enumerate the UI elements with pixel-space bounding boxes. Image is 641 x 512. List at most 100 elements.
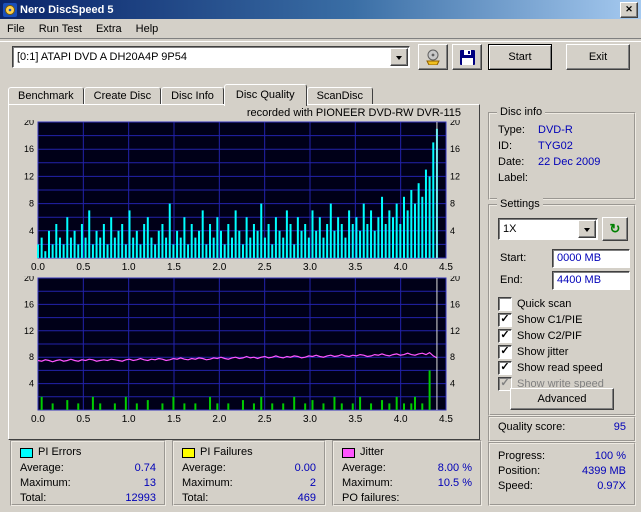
svg-text:8: 8 bbox=[29, 199, 34, 209]
start-position-label: Start: bbox=[500, 252, 527, 264]
advanced-button[interactable]: Advanced bbox=[510, 388, 614, 410]
pi-failures-stats-panel: PI Failures Average: 0.00 Maximum: 2 Total… bbox=[172, 440, 326, 506]
menu-run-test[interactable]: Run Test bbox=[32, 21, 89, 37]
stat-label: Average: bbox=[182, 462, 226, 474]
disc-date-value: 22 Dec 2009 bbox=[538, 156, 601, 168]
close-button[interactable]: ✕ bbox=[620, 1, 638, 18]
svg-text:8: 8 bbox=[450, 352, 455, 362]
tab-disc-info[interactable]: Disc Info bbox=[161, 87, 224, 105]
stat-label: Average: bbox=[20, 462, 64, 474]
checkbox-box[interactable] bbox=[498, 361, 512, 375]
svg-text:16: 16 bbox=[450, 299, 460, 309]
checkbox-show-read-speed[interactable]: Show read speed bbox=[490, 360, 634, 376]
pi-failures-stats-title: PI Failures bbox=[200, 446, 253, 458]
tab-create-disc[interactable]: Create Disc bbox=[83, 87, 162, 105]
speed-value: 0.97X bbox=[597, 480, 626, 492]
tab-benchmark[interactable]: Benchmark bbox=[8, 87, 84, 105]
chevron-down-icon bbox=[396, 55, 402, 63]
speed-label: Speed: bbox=[498, 480, 533, 492]
chevron-down-icon bbox=[584, 227, 590, 235]
svg-text:16: 16 bbox=[450, 144, 460, 154]
end-position-value: 4400 MB bbox=[557, 274, 602, 286]
svg-text:20: 20 bbox=[24, 276, 34, 283]
svg-text:3.0: 3.0 bbox=[303, 262, 317, 273]
disc-label-label: Label: bbox=[498, 172, 528, 184]
stat-value: 0.74 bbox=[134, 462, 156, 474]
stat-label: PO failures: bbox=[342, 492, 400, 504]
svg-text:3.0: 3.0 bbox=[303, 414, 317, 425]
progress-value: 100 % bbox=[594, 450, 626, 462]
svg-text:2.0: 2.0 bbox=[212, 262, 226, 273]
drive-selector[interactable]: [0:1] ATAPI DVD A DH20A4P 9P54 bbox=[12, 46, 410, 68]
svg-text:4.5: 4.5 bbox=[439, 414, 453, 425]
stat-value: 469 bbox=[297, 492, 316, 504]
speed-selector-value: 1X bbox=[503, 223, 517, 235]
svg-text:12: 12 bbox=[450, 171, 460, 181]
checkbox-box[interactable] bbox=[498, 313, 512, 327]
stat-label: Maximum: bbox=[182, 477, 233, 489]
svg-text:2.5: 2.5 bbox=[258, 262, 272, 273]
checkbox-show-c2-pif[interactable]: Show C2/PIF bbox=[490, 328, 634, 344]
tab-scandisc[interactable]: ScanDisc bbox=[306, 87, 374, 105]
hand-disc-icon bbox=[426, 49, 440, 65]
progress-label: Progress: bbox=[498, 450, 546, 462]
tab-disc-quality[interactable]: Disc Quality bbox=[223, 84, 307, 106]
menu-file[interactable]: File bbox=[0, 21, 32, 37]
checkbox-box[interactable] bbox=[498, 329, 512, 343]
disc-info-panel: Disc info Type: DVD-R ID: TYG02 Date: 22 De… bbox=[488, 106, 636, 200]
start-position-field[interactable]: 0000 MB bbox=[552, 249, 630, 268]
svg-text:20: 20 bbox=[450, 120, 460, 127]
svg-text:4.0: 4.0 bbox=[394, 414, 408, 425]
stat-label: Average: bbox=[342, 462, 386, 474]
settings-panel: Settings 1X ↻ Start: 0000 MB End: 4400 M… bbox=[488, 198, 636, 416]
eject-disc-button[interactable] bbox=[418, 44, 448, 70]
svg-text:3.5: 3.5 bbox=[348, 414, 362, 425]
stat-value: 0.00 bbox=[294, 462, 316, 474]
disc-id-value: TYG02 bbox=[538, 140, 573, 152]
title-bar: Nero DiscSpeed 5 ✕ bbox=[0, 0, 641, 19]
drive-selector-dropdown[interactable] bbox=[390, 48, 408, 66]
svg-text:1.0: 1.0 bbox=[122, 414, 136, 425]
pi-errors-stats-panel: PI Errors Average: 0.74 Maximum: 13 Total:… bbox=[10, 440, 166, 506]
svg-text:0.5: 0.5 bbox=[76, 414, 90, 425]
end-position-field[interactable]: 4400 MB bbox=[552, 271, 630, 290]
speed-selector[interactable]: 1X bbox=[498, 218, 598, 240]
svg-text:12: 12 bbox=[24, 171, 34, 181]
start-button[interactable]: Start bbox=[488, 44, 552, 70]
jitter-swatch bbox=[342, 447, 355, 458]
checkbox-box[interactable] bbox=[498, 345, 512, 359]
position-value: 4399 MB bbox=[581, 465, 626, 477]
svg-text:12: 12 bbox=[24, 326, 34, 336]
tab-strip: Benchmark Create Disc Disc Info Disc Qua… bbox=[8, 84, 374, 106]
checkbox-show-jitter[interactable]: Show jitter bbox=[490, 344, 634, 360]
checkbox-label: Show C1/PIE bbox=[517, 314, 583, 326]
menu-help[interactable]: Help bbox=[129, 21, 166, 37]
svg-text:4: 4 bbox=[450, 379, 455, 389]
refresh-speeds-button[interactable]: ↻ bbox=[602, 217, 628, 241]
stat-label: Maximum: bbox=[20, 477, 71, 489]
svg-text:1.0: 1.0 bbox=[122, 262, 136, 273]
menu-extra[interactable]: Extra bbox=[89, 21, 129, 37]
svg-text:3.5: 3.5 bbox=[348, 262, 362, 273]
pi-failures-swatch bbox=[182, 447, 195, 458]
pi-errors-swatch bbox=[20, 447, 33, 458]
refresh-icon: ↻ bbox=[609, 221, 621, 236]
speed-selector-dropdown[interactable] bbox=[578, 220, 596, 238]
svg-text:4: 4 bbox=[450, 226, 455, 236]
save-button[interactable] bbox=[452, 44, 482, 70]
checkbox-box[interactable] bbox=[498, 297, 512, 311]
jitter-chart: 20 20 16 16 12 12 8 8 4 4 0.0 0.5 1.0 1.5 2.0 2.5 3.0 3.5… bbox=[24, 276, 460, 425]
checkbox-show-c1-pie[interactable]: Show C1/PIE bbox=[490, 312, 634, 328]
exit-button[interactable]: Exit bbox=[566, 44, 630, 70]
quality-score-value: 95 bbox=[613, 421, 626, 433]
end-position-label: End: bbox=[500, 274, 523, 286]
window-title: Nero DiscSpeed 5 bbox=[20, 3, 114, 16]
settings-title: Settings bbox=[497, 198, 543, 211]
checkbox-label: Quick scan bbox=[517, 298, 572, 310]
checkbox-label: Show jitter bbox=[517, 346, 569, 358]
svg-text:4.5: 4.5 bbox=[439, 262, 453, 273]
position-label: Position: bbox=[498, 465, 541, 477]
svg-text:4: 4 bbox=[29, 226, 34, 236]
jitter-stats-title: Jitter bbox=[360, 446, 384, 458]
checkbox-quick-scan[interactable]: Quick scan bbox=[490, 296, 634, 312]
